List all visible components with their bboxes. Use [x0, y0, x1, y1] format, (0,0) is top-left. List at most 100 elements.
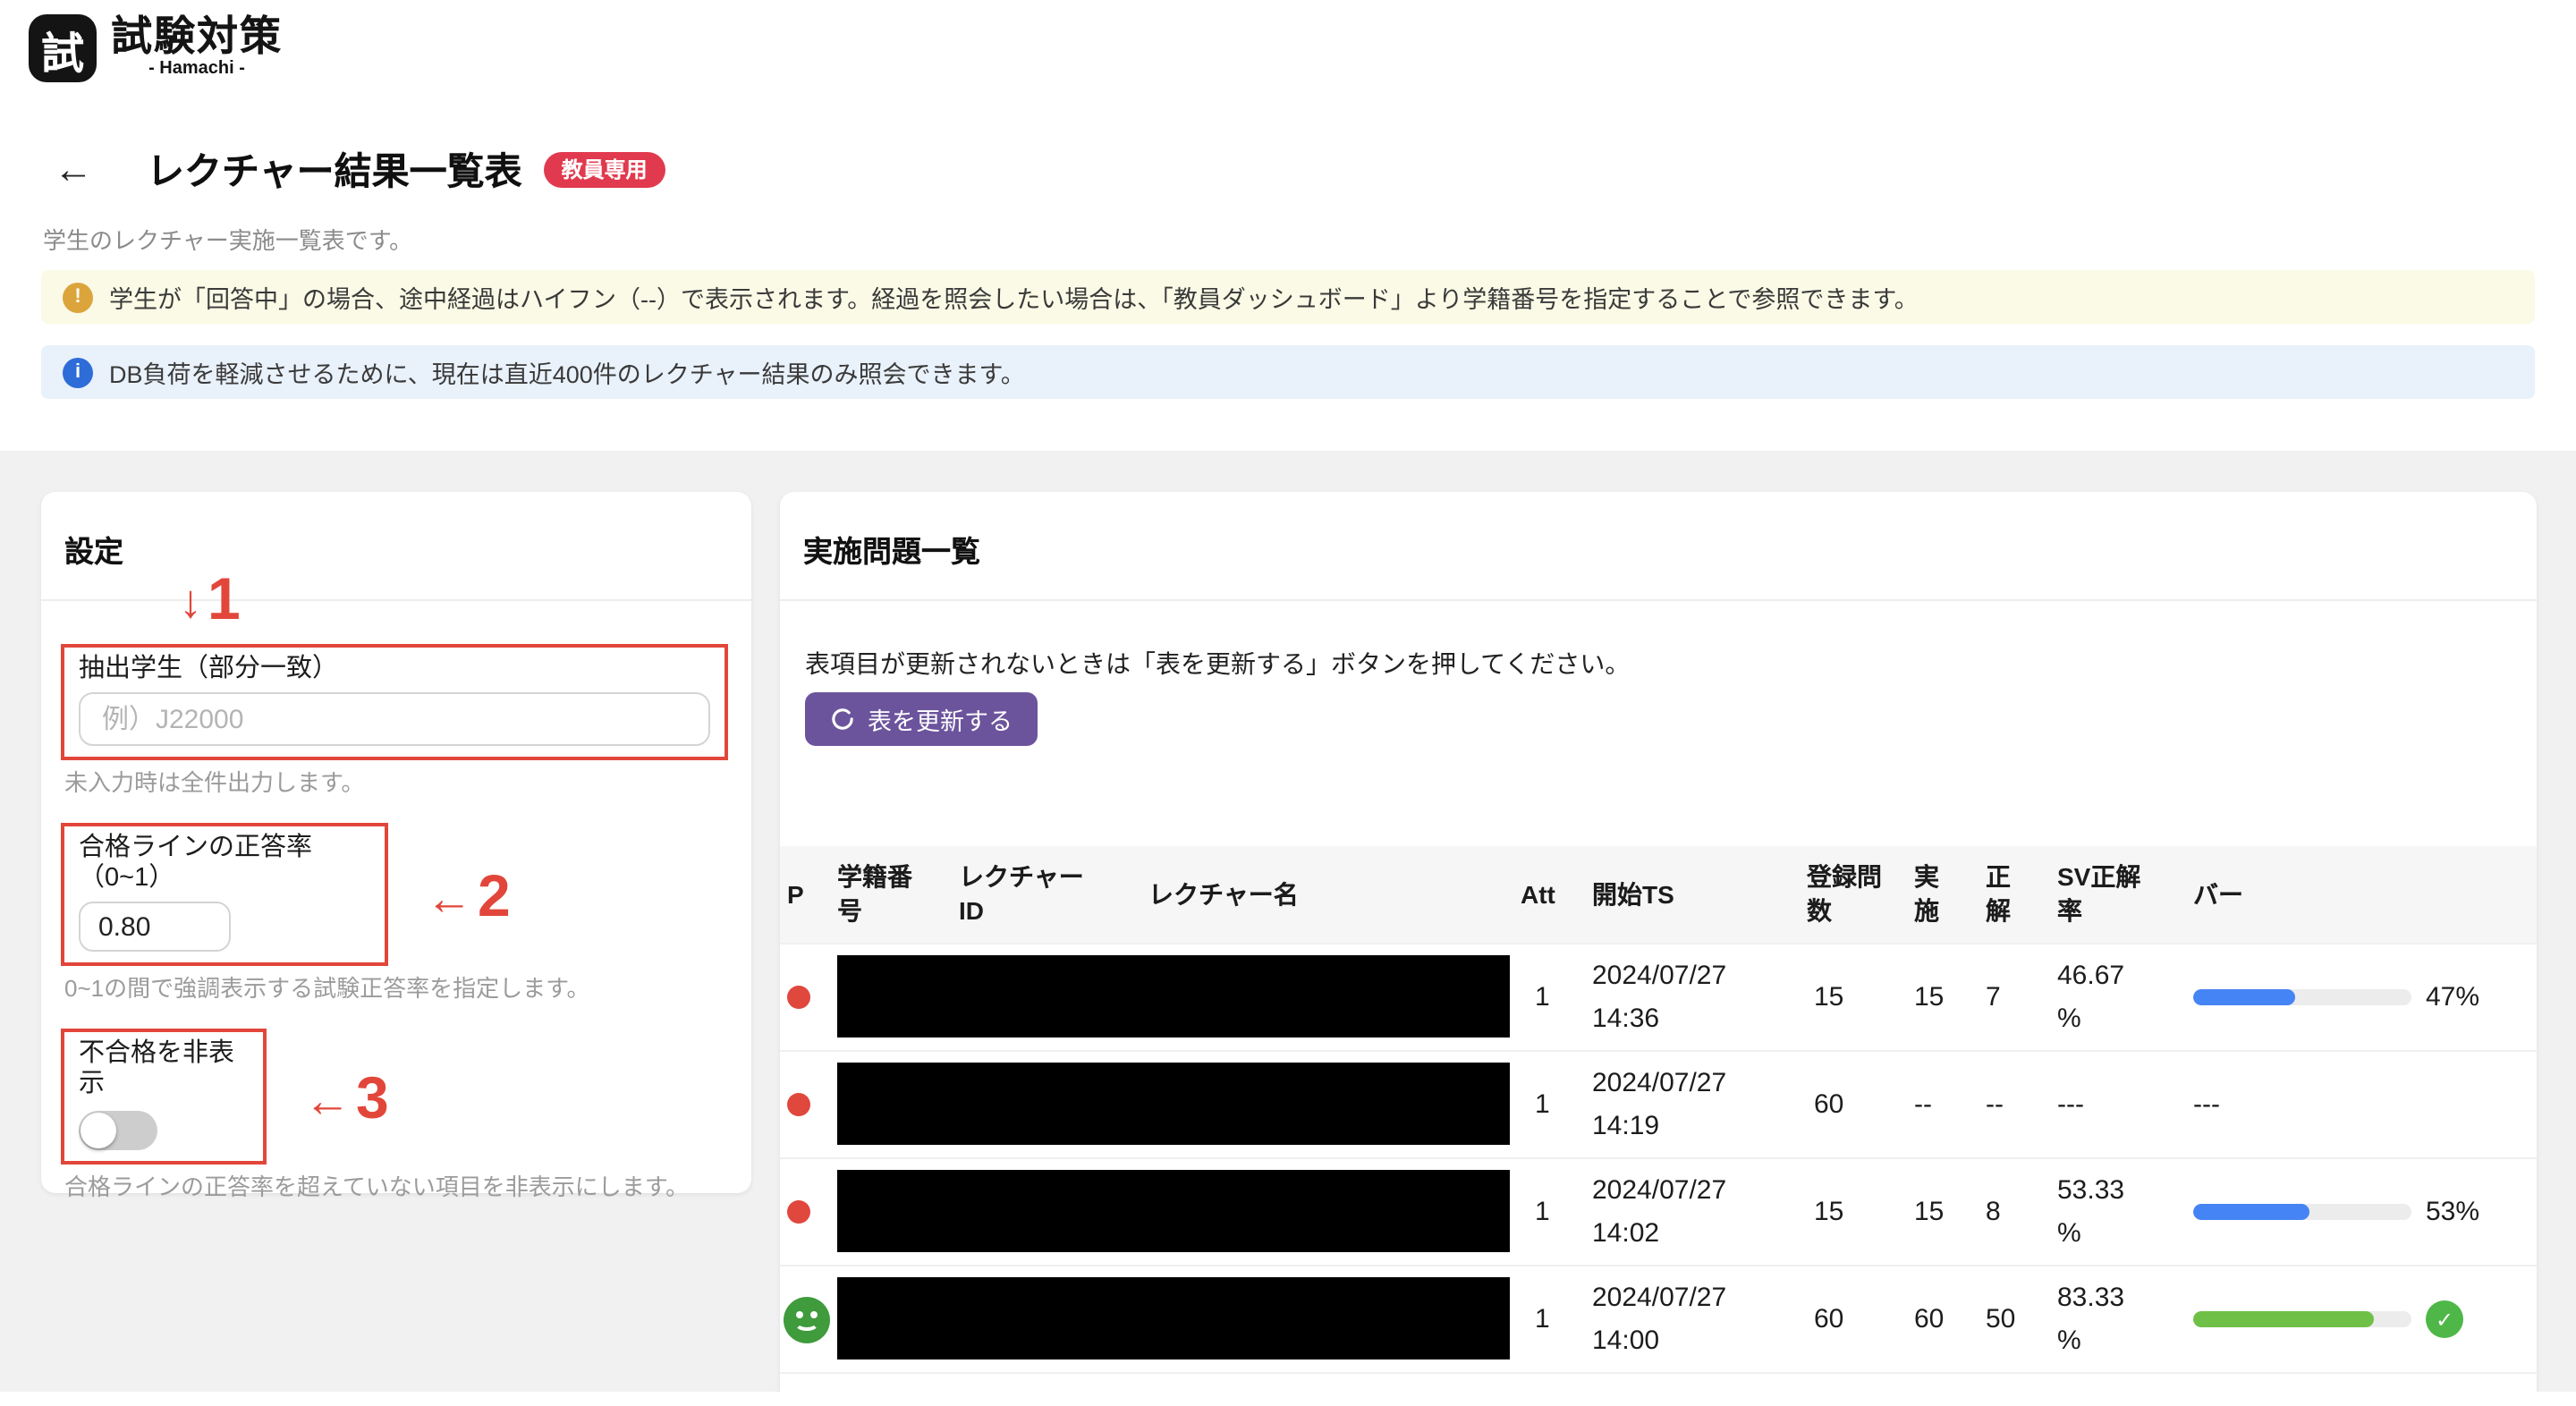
cell-attempted: 15	[1914, 981, 1945, 1012]
topbar: 試 試験対策 - Hamachi -	[0, 0, 2576, 82]
warning-banner: ! 学生が「回答中」の場合、途中経過はハイフン（--）で表示されます。経過を照会…	[41, 270, 2535, 324]
table-row: 学生生成：2024-07-27（色 2024/07/27 26.67	[780, 1372, 2537, 1392]
cell-att: 1	[1535, 1303, 1550, 1334]
redaction-overlay	[837, 955, 1510, 1038]
settings-body: 抽出学生（部分一致） 未入力時は全件出力します。 合格ラインの正答率（0~1） …	[41, 644, 751, 1202]
down-arrow-icon: ↓	[179, 574, 202, 628]
brand-subtitle: - Hamachi -	[148, 59, 245, 80]
cell-bar: ---	[2165, 1083, 2537, 1126]
annotation-2: ← 2	[426, 865, 511, 924]
passline-highlight-box: 合格ラインの正答率（0~1）	[61, 823, 388, 966]
cell-correct: 8	[1986, 1196, 2001, 1226]
progress-bar-fill	[2193, 989, 2296, 1005]
results-panel: 実施問題一覧 表項目が更新されないときは「表を更新する」ボタンを押してください。…	[780, 492, 2537, 1392]
cell-bar: 53%	[2165, 1190, 2537, 1233]
table-header-row: P 学籍番号 レクチャーID レクチャー名 Att 開始TS 登録問数 実施 正…	[780, 846, 2537, 943]
teacher-only-badge: 教員専用	[543, 152, 665, 188]
hidefail-toggle[interactable]	[79, 1111, 157, 1150]
passline-input[interactable]	[79, 902, 231, 952]
cell-sv-rate: 53.33 %	[2057, 1174, 2125, 1248]
hidefail-label: 不合格を非表示	[79, 1039, 234, 1098]
info-icon: i	[63, 357, 93, 387]
page-head: ← レクチャー結果一覧表 教員専用	[54, 147, 2576, 193]
cell-p	[780, 1296, 830, 1342]
cell-start-ts: 2024/07/27 14:19	[1592, 1067, 1727, 1140]
annotation-3-number: 3	[356, 1063, 389, 1130]
annotation-2-number: 2	[478, 861, 511, 927]
cell-correct: --	[1986, 1088, 2004, 1119]
cell-lecture-name: 学生生成：2024-07-27（色	[1113, 1386, 1517, 1392]
content-area: 設定 ↓ 1 抽出学生（部分一致） 未入力時は全件出力します。 合格ラインの正答…	[0, 451, 2576, 1392]
col-header-registered: 登録問数	[1807, 862, 1882, 925]
back-arrow-icon[interactable]: ←	[54, 149, 93, 190]
cell-attempted: 15	[1914, 1196, 1945, 1226]
cell-sv-rate: 46.67 %	[2057, 960, 2125, 1033]
app-root: 試 試験対策 - Hamachi - ← レクチャー結果一覧表 教員専用 学生の…	[0, 0, 2576, 1406]
progress-bar-fill	[2193, 1204, 2309, 1220]
cell-start-ts: 2024/07/27 14:00	[1592, 1282, 1727, 1355]
student-filter-help: 未入力時は全件出力します。	[64, 769, 365, 796]
annotation-1: ↓ 1	[179, 569, 241, 628]
cell-p	[780, 1083, 826, 1126]
cell-sv-rate: ---	[2057, 1088, 2084, 1119]
cell-attempted: --	[1914, 1088, 1932, 1119]
refresh-hint: 表項目が更新されないときは「表を更新する」ボタンを押してください。	[805, 649, 1631, 678]
page-description: 学生のレクチャー実施一覧表です。	[43, 227, 413, 254]
refresh-button-label: 表を更新する	[868, 708, 1013, 735]
cell-bar: 47%	[2165, 976, 2537, 1019]
table-body: 1 2024/07/27 14:36 15 15 7 46.67 % 47% 1 2024/07…	[780, 943, 2537, 1392]
col-header-attempted: 実施	[1914, 862, 1939, 925]
cell-start-ts: 2024/07/27	[1581, 1386, 1792, 1392]
settings-panel: 設定 ↓ 1 抽出学生（部分一致） 未入力時は全件出力します。 合格ラインの正答…	[41, 492, 751, 1200]
col-header-sv-rate: SV正解率	[2057, 862, 2141, 925]
settings-title: 設定	[41, 492, 751, 601]
student-filter-label: 抽出学生（部分一致）	[79, 655, 338, 683]
col-header-bar: バー	[2193, 879, 2243, 908]
hidefail-row: 不合格を非表示 ← 3	[61, 1029, 732, 1165]
toggle-knob	[80, 1113, 116, 1148]
cell-att: 1	[1535, 1088, 1550, 1119]
progress-bar-fill	[2193, 1311, 2375, 1327]
in-progress-dot-icon	[787, 986, 810, 1010]
warning-text: 学生が「回答中」の場合、途中経過はハイフン（--）で表示されます。経過を照会した…	[109, 286, 1919, 313]
cell-correct: 50	[1986, 1303, 2016, 1334]
redaction-overlay	[837, 1063, 1510, 1145]
col-header-lecture-id: レクチャーID	[959, 862, 1084, 925]
table-row: 1 2024/07/27 14:19 60 -- -- --- ---	[780, 1050, 2537, 1157]
student-filter-input[interactable]	[79, 692, 710, 746]
logo-glyph: 試	[41, 30, 84, 78]
results-title: 実施問題一覧	[780, 492, 2537, 601]
cell-p	[780, 976, 826, 1019]
col-header-correct: 正解	[1986, 862, 2011, 925]
col-header-start-ts: 開始TS	[1592, 879, 1674, 908]
annotation-3: ← 3	[304, 1067, 389, 1126]
pass-check-icon: ✓	[2426, 1300, 2463, 1338]
col-header-lecture-name: レクチャー名	[1148, 879, 1299, 908]
col-header-student-id: 学籍番号	[837, 862, 912, 925]
annotation-1-number: 1	[208, 565, 241, 631]
left-arrow-icon: ←	[304, 1072, 351, 1126]
cell-start-ts: 2024/07/27 14:36	[1592, 960, 1727, 1033]
table-row: 1 2024/07/27 14:36 15 15 7 46.67 % 47%	[780, 943, 2537, 1050]
bar-empty-label: ---	[2193, 1088, 2220, 1119]
app-logo-icon[interactable]: 試	[29, 14, 97, 82]
col-header-att: Att	[1521, 879, 1555, 908]
cell-sv-rate: 26.67	[2029, 1386, 2165, 1392]
cell-p	[780, 1190, 826, 1233]
cell-attempted: 60	[1914, 1303, 1945, 1334]
passline-row: 合格ラインの正答率（0~1） ← 2	[61, 823, 732, 966]
cell-start-ts: 2024/07/27 14:02	[1592, 1174, 1727, 1248]
passline-label: 合格ラインの正答率（0~1）	[79, 834, 312, 893]
progress-bar-track	[2193, 989, 2411, 1005]
student-filter-highlight-box: 抽出学生（部分一致）	[61, 644, 728, 760]
left-arrow-icon: ←	[426, 870, 472, 924]
cell-registered: 15	[1814, 1196, 1844, 1226]
hidefail-highlight-box: 不合格を非表示	[61, 1029, 267, 1165]
info-banner: i DB負荷を軽減させるために、現在は直近400件のレクチャー結果のみ照会できま…	[41, 345, 2535, 399]
brand-name: 試験対策	[111, 13, 283, 59]
progress-bar-track	[2193, 1311, 2411, 1327]
refresh-table-button[interactable]: 表を更新する	[805, 692, 1038, 746]
cell-registered: 60	[1814, 1303, 1844, 1334]
page-title: レクチャー結果一覧表	[147, 152, 522, 193]
bar-percent-label: 53%	[2426, 1196, 2480, 1226]
